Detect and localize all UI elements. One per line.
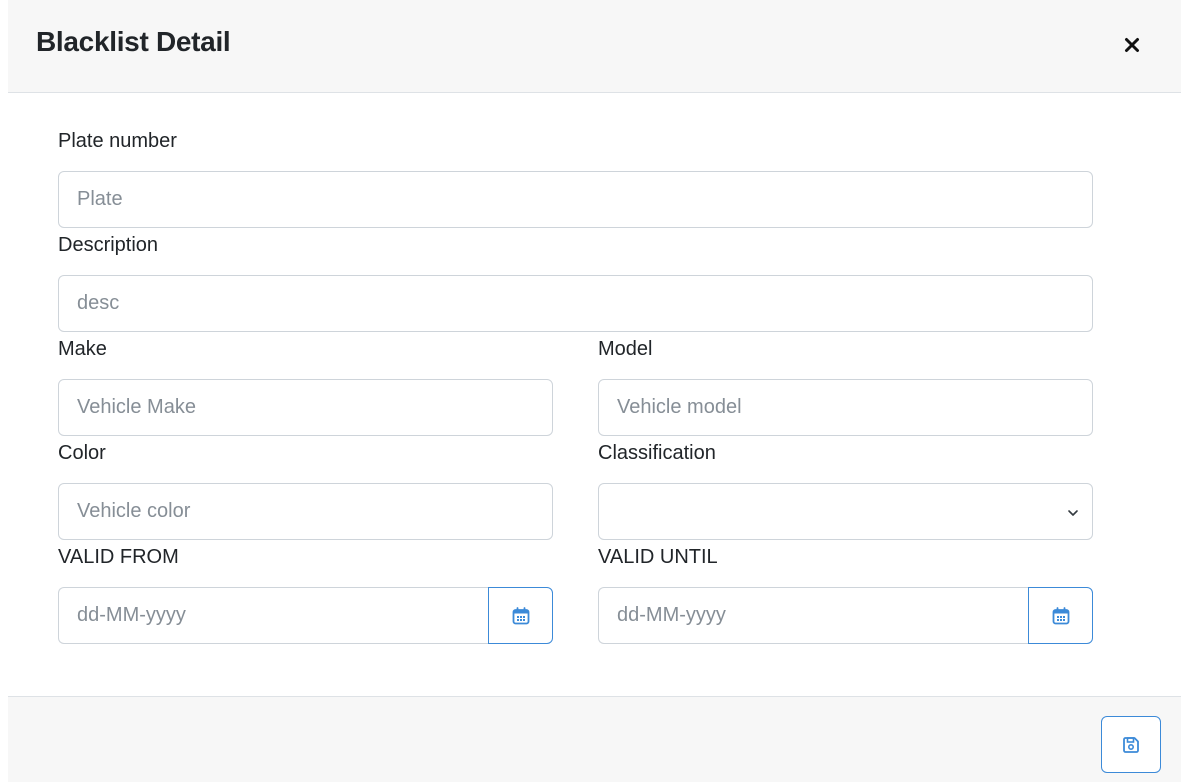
close-button[interactable] — [1115, 28, 1149, 62]
model-input[interactable] — [598, 379, 1093, 436]
modal-header: Blacklist Detail — [8, 0, 1181, 93]
close-icon — [1125, 38, 1139, 52]
make-input[interactable] — [58, 379, 553, 436]
blacklist-detail-modal: Blacklist Detail Plate number Descriptio… — [8, 0, 1181, 782]
valid-from-calendar-button[interactable] — [488, 587, 553, 644]
save-icon — [1123, 736, 1139, 753]
valid-from-input[interactable] — [58, 587, 488, 644]
valid-from-label: VALID FROM — [58, 546, 179, 568]
color-input[interactable] — [58, 483, 553, 540]
classification-label: Classification — [598, 442, 716, 464]
plate-number-label: Plate number — [58, 130, 177, 152]
classification-select[interactable] — [598, 483, 1093, 540]
model-label: Model — [598, 338, 653, 360]
plate-number-input[interactable] — [58, 171, 1093, 228]
modal-title: Blacklist Detail — [36, 26, 231, 57]
make-label: Make — [58, 338, 107, 360]
save-button[interactable] — [1101, 716, 1161, 773]
color-label: Color — [58, 442, 106, 464]
valid-until-label: VALID UNTIL — [598, 546, 718, 568]
calendar-icon — [1052, 606, 1069, 624]
calendar-icon — [512, 606, 529, 624]
description-input[interactable] — [58, 275, 1093, 332]
chevron-down-icon — [1068, 510, 1078, 516]
valid-until-input[interactable] — [598, 587, 1028, 644]
valid-until-calendar-button[interactable] — [1028, 587, 1093, 644]
modal-footer — [8, 696, 1181, 782]
description-label: Description — [58, 234, 159, 256]
